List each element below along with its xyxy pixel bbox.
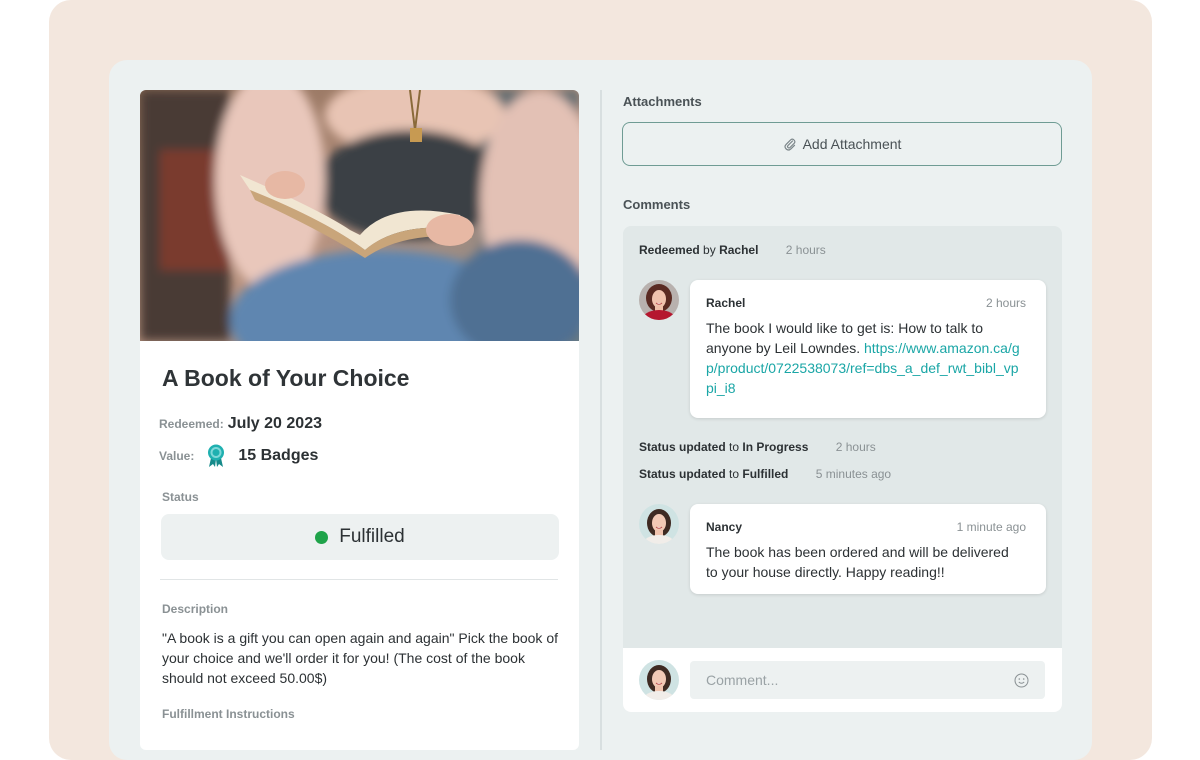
event-target: Rachel <box>719 243 759 257</box>
redeemed-date: July 20 2023 <box>227 415 322 432</box>
avatar-rachel <box>639 280 679 320</box>
event-action: Redeemed <box>639 243 700 257</box>
comment-bubble: Rachel 2 hours The book I would like to … <box>690 280 1046 418</box>
comments-label: Comments <box>623 197 691 212</box>
reward-card: A Book of Your Choice Redeemed: July 20 … <box>140 90 579 750</box>
fulfillment-label: Fulfillment Instructions <box>162 707 295 721</box>
value-amount: 15 Badges <box>238 447 319 464</box>
avatar-nancy <box>639 504 679 544</box>
event-time: 2 hours <box>785 243 826 257</box>
event-target: In Progress <box>742 440 809 454</box>
comment-input-wrapper <box>690 661 1045 699</box>
activity-event: Redeemed by Rachel 2 hours <box>639 243 826 257</box>
column-divider <box>600 90 602 750</box>
comment-input[interactable] <box>706 661 996 699</box>
comment-author: Rachel <box>706 296 746 310</box>
event-target: Fulfilled <box>742 467 789 481</box>
comment-bubble: Nancy 1 minute ago The book has been ord… <box>690 504 1046 594</box>
event-connector: by <box>703 243 716 257</box>
comment-text: The book I would like to get is: How to … <box>706 318 1024 398</box>
add-attachment-label: Add Attachment <box>802 136 902 152</box>
event-connector: to <box>729 440 740 454</box>
comment-author: Nancy <box>706 520 743 534</box>
value-label: Value: <box>159 449 195 463</box>
event-action: Status updated <box>639 467 726 481</box>
comment-time: 1 minute ago <box>956 520 1026 534</box>
comment-text: The book has been ordered and will be de… <box>706 544 1009 580</box>
status-value: Fulfilled <box>339 526 405 547</box>
description-text: "A book is a gift you can open again and… <box>162 630 558 686</box>
redeemed-row: Redeemed: July 20 2023 <box>159 415 322 433</box>
event-action: Status updated <box>639 440 726 454</box>
attachments-label: Attachments <box>623 94 702 109</box>
status-dot-icon <box>315 530 329 544</box>
activity-event: Status updated to Fulfilled 5 minutes ag… <box>639 467 891 481</box>
add-attachment-button[interactable]: Add Attachment <box>622 122 1062 166</box>
event-time: 5 minutes ago <box>815 467 892 481</box>
divider <box>160 579 558 580</box>
comment-time: 2 hours <box>985 296 1026 310</box>
reward-image <box>140 90 579 390</box>
value-row: Value: 15 Badges <box>159 444 318 468</box>
event-connector: to <box>729 467 740 481</box>
activity-event: Status updated to In Progress 2 hours <box>639 440 876 454</box>
current-user-avatar <box>639 660 679 700</box>
status-badge[interactable]: Fulfilled <box>161 514 559 560</box>
badge-icon <box>206 444 226 468</box>
reward-title: A Book of Your Choice <box>162 365 410 391</box>
redeemed-label: Redeemed: <box>159 417 224 431</box>
paperclip-icon <box>783 138 796 151</box>
comments-thread: Redeemed by Rachel 2 hours Rachel 2 hour… <box>623 226 1062 712</box>
comment-composer <box>623 648 1062 712</box>
event-time: 2 hours <box>835 440 876 454</box>
emoji-icon[interactable] <box>1014 673 1029 688</box>
description-label: Description <box>162 602 229 616</box>
status-label: Status <box>162 490 199 504</box>
